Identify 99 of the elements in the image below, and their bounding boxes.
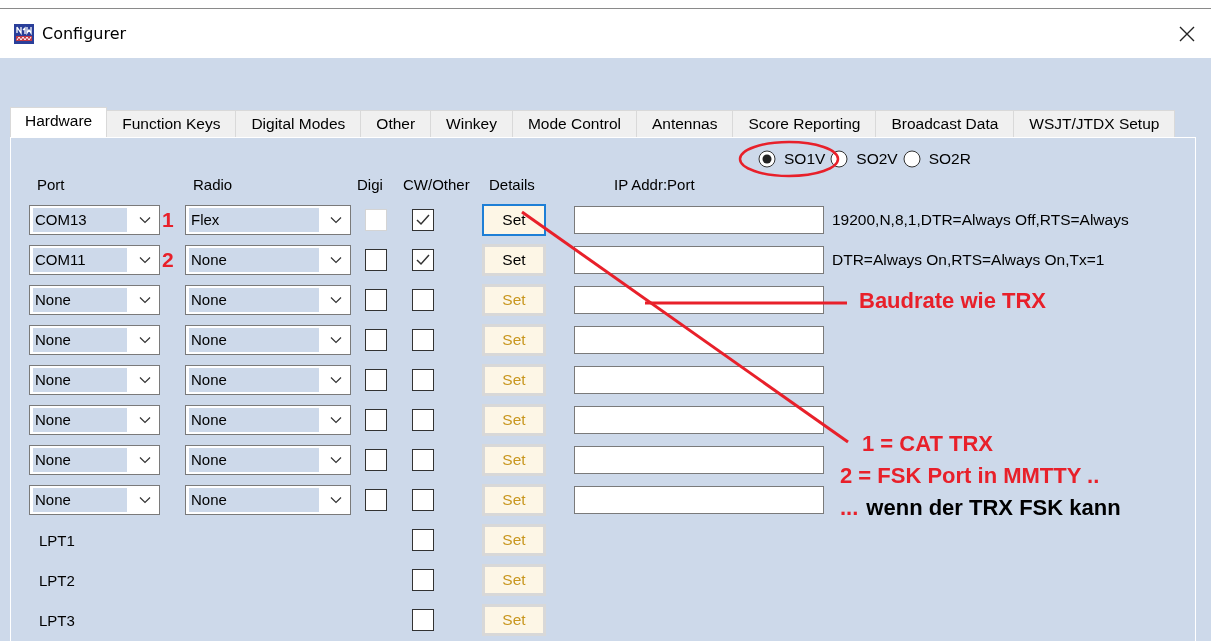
checkbox[interactable] [412, 529, 434, 551]
checkbox[interactable] [365, 449, 387, 471]
checkbox[interactable] [412, 369, 434, 391]
radio-label: SO1V [784, 150, 826, 168]
radio-option[interactable]: SO1V [758, 150, 826, 168]
app-logo-icon [14, 23, 34, 44]
set-button[interactable]: Set [482, 204, 546, 236]
chevron-down-icon [330, 256, 342, 264]
dropdown[interactable]: None [29, 445, 160, 475]
checkbox[interactable] [365, 409, 387, 431]
tab[interactable]: Antennas [635, 110, 734, 137]
checkbox[interactable] [365, 329, 387, 351]
tab[interactable]: Score Reporting [732, 110, 877, 137]
tab[interactable]: Winkey [430, 110, 513, 137]
dropdown[interactable]: None [29, 325, 160, 355]
annotation-text: 2 = FSK Port in MMTTY .. [840, 463, 1100, 489]
port-label: LPT1 [38, 531, 75, 549]
dropdown[interactable]: None [29, 485, 160, 515]
ip-address-field[interactable] [574, 206, 824, 234]
dropdown[interactable]: Flex [185, 205, 351, 235]
chevron-down-icon [330, 216, 342, 224]
dropdown[interactable]: None [29, 405, 160, 435]
window-title: Configurer [42, 24, 127, 43]
column-header: Radio [193, 175, 233, 195]
dropdown[interactable]: None [185, 365, 351, 395]
ip-address-field[interactable] [574, 486, 824, 514]
dropdown[interactable]: None [185, 245, 351, 275]
dropdown[interactable]: None [185, 325, 351, 355]
set-button[interactable]: Set [482, 244, 546, 276]
ip-address-field[interactable] [574, 246, 824, 274]
dropdown[interactable]: None [29, 285, 160, 315]
row-number: 2 [161, 248, 174, 272]
checkbox[interactable] [412, 249, 434, 271]
checkbox[interactable] [412, 329, 434, 351]
close-icon[interactable] [1179, 25, 1195, 42]
dropdown[interactable]: COM13 [29, 205, 160, 235]
chevron-down-icon [139, 456, 151, 464]
chevron-down-icon [330, 296, 342, 304]
radio-label: SO2R [928, 150, 971, 168]
column-header: Port [37, 175, 65, 195]
dropdown[interactable]: None [185, 485, 351, 515]
column-header: Details [489, 175, 535, 195]
chevron-down-icon [330, 456, 342, 464]
radio-button[interactable] [902, 150, 921, 168]
chevron-down-icon [139, 336, 151, 344]
annotation-text: wenn der TRX FSK kann [866, 495, 1121, 521]
column-header: Digi [357, 175, 383, 195]
tab[interactable]: Mode Control [511, 110, 637, 137]
radio-label: SO2V [856, 150, 898, 168]
ip-address-field[interactable] [574, 406, 824, 434]
chevron-down-icon [139, 496, 151, 504]
dropdown[interactable]: None [29, 365, 160, 395]
dropdown[interactable]: COM11 [29, 245, 160, 275]
annotation-text: ... [840, 495, 859, 521]
tab[interactable]: WSJT/JTDX Setup [1013, 110, 1176, 137]
chevron-down-icon [139, 296, 151, 304]
chevron-down-icon [139, 376, 151, 384]
radio-option[interactable]: SO2R [902, 150, 971, 168]
dropdown[interactable]: None [185, 405, 351, 435]
checkbox[interactable] [412, 489, 434, 511]
tab[interactable]: Hardware [10, 107, 108, 137]
port-label: LPT3 [38, 611, 75, 629]
dropdown[interactable]: None [185, 285, 351, 315]
chevron-down-icon [330, 496, 342, 504]
tab[interactable]: Function Keys [106, 110, 237, 137]
chevron-down-icon [330, 336, 342, 344]
annotation-text: 1 = CAT TRX [862, 431, 993, 457]
port-settings-text: DTR=Always On,RTS=Always On,Tx=1 [832, 251, 1105, 269]
checkbox[interactable] [412, 449, 434, 471]
checkbox[interactable] [412, 289, 434, 311]
checkbox[interactable] [365, 369, 387, 391]
tab[interactable]: Other [360, 110, 432, 137]
chevron-down-icon [330, 376, 342, 384]
dropdown[interactable]: None [185, 445, 351, 475]
checkbox[interactable] [412, 569, 434, 591]
chevron-down-icon [139, 256, 151, 264]
checkbox[interactable] [365, 289, 387, 311]
column-header: IP Addr:Port [614, 175, 695, 195]
checkbox[interactable] [412, 209, 434, 231]
port-settings-text: 19200,N,8,1,DTR=Always Off,RTS=Always [832, 211, 1129, 229]
row-number: 1 [161, 208, 174, 232]
chevron-down-icon [330, 416, 342, 424]
tab[interactable]: Broadcast Data [875, 110, 1015, 137]
chevron-down-icon [139, 416, 151, 424]
ip-address-field[interactable] [574, 446, 824, 474]
checkbox[interactable] [365, 249, 387, 271]
column-header: CW/Other [403, 175, 470, 195]
port-label: LPT2 [38, 571, 75, 589]
checkbox[interactable] [412, 609, 434, 631]
ip-address-field[interactable] [574, 366, 824, 394]
tab[interactable]: Digital Modes [235, 110, 362, 137]
annotation-text: Baudrate wie TRX [859, 288, 1047, 314]
checkbox[interactable] [412, 409, 434, 431]
radio-option[interactable]: SO2V [830, 150, 898, 168]
checkbox[interactable] [365, 489, 387, 511]
ip-address-field[interactable] [574, 326, 824, 354]
radio-button[interactable] [830, 150, 849, 168]
chevron-down-icon [139, 216, 151, 224]
radio-button[interactable] [758, 150, 776, 168]
